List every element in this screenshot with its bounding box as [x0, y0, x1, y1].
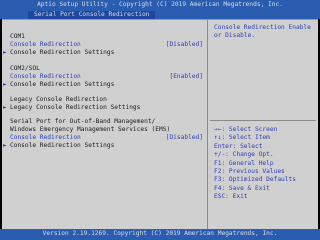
submenu-arrow-icon: ► — [3, 142, 7, 149]
legacy-heading: Legacy Console Redirection — [10, 96, 107, 103]
legacy-settings-label: Legacy Console Redirection Settings — [10, 104, 141, 111]
help-description: Console Redirection Enable or Disable. — [214, 24, 315, 39]
help-panel: Console Redirection Enable or Disable. →… — [208, 19, 318, 229]
key-previous-values: F2: Previous Values — [214, 167, 285, 175]
com1-console-redirection-value[interactable]: [Disabled] — [166, 41, 203, 49]
help-divider — [210, 120, 316, 121]
ems-settings-label: Console Redirection Settings — [10, 142, 115, 149]
key-legend: →←: Select Screen ↑↓: Select Item Enter:… — [214, 126, 296, 202]
key-change-option: +/-: Change Opt. — [214, 151, 274, 159]
tab-serial-port-console-redirection[interactable]: Serial Port Console Redirection — [28, 11, 156, 19]
com1-heading: COM1 — [10, 33, 25, 40]
key-select-screen: →←: Select Screen — [214, 126, 278, 133]
submenu-arrow-icon: ► — [3, 104, 7, 111]
title-bar: Aptio Setup Utility - Copyright (C) 2019… — [0, 0, 320, 11]
ems-console-redirection-value[interactable]: [Disabled] — [166, 134, 203, 142]
com2-heading: COM2/SOL — [10, 65, 40, 72]
com2-console-redirection-value[interactable]: [Enabled] — [169, 73, 203, 81]
submenu-arrow-icon: ► — [3, 81, 7, 88]
key-select-item: ↑↓: Select Item — [214, 134, 270, 142]
ems-heading-line2: Windows Emergency Management Services (E… — [10, 126, 171, 133]
submenu-arrow-icon: ► — [3, 49, 7, 56]
settings-panel: COM1 Console Redirection [Disabled] ► Co… — [2, 19, 208, 229]
com1-console-redirection-label: Console Redirection — [10, 41, 81, 48]
key-optimized-defaults: F3: Optimized Defaults — [214, 176, 296, 184]
key-general-help: F1: General Help — [214, 159, 274, 167]
key-enter-select: Enter: Select — [214, 142, 263, 150]
key-save-exit: F4: Save & Exit — [214, 184, 270, 192]
bios-setup-screen: Aptio Setup Utility - Copyright (C) 2019… — [0, 0, 320, 240]
com2-settings-label: Console Redirection Settings — [10, 81, 115, 88]
footer-bar: Version 2.19.1269. Copyright (C) 2019 Am… — [0, 229, 320, 240]
tab-bar: Serial Port Console Redirection — [0, 11, 320, 19]
com1-settings-label: Console Redirection Settings — [10, 49, 115, 56]
key-exit: ESC: Exit — [214, 193, 248, 201]
ems-console-redirection-label: Console Redirection — [10, 134, 81, 141]
ems-heading-line1: Serial Port for Out-of-Band Management/ — [10, 118, 156, 125]
com2-console-redirection-label: Console Redirection — [10, 73, 81, 80]
